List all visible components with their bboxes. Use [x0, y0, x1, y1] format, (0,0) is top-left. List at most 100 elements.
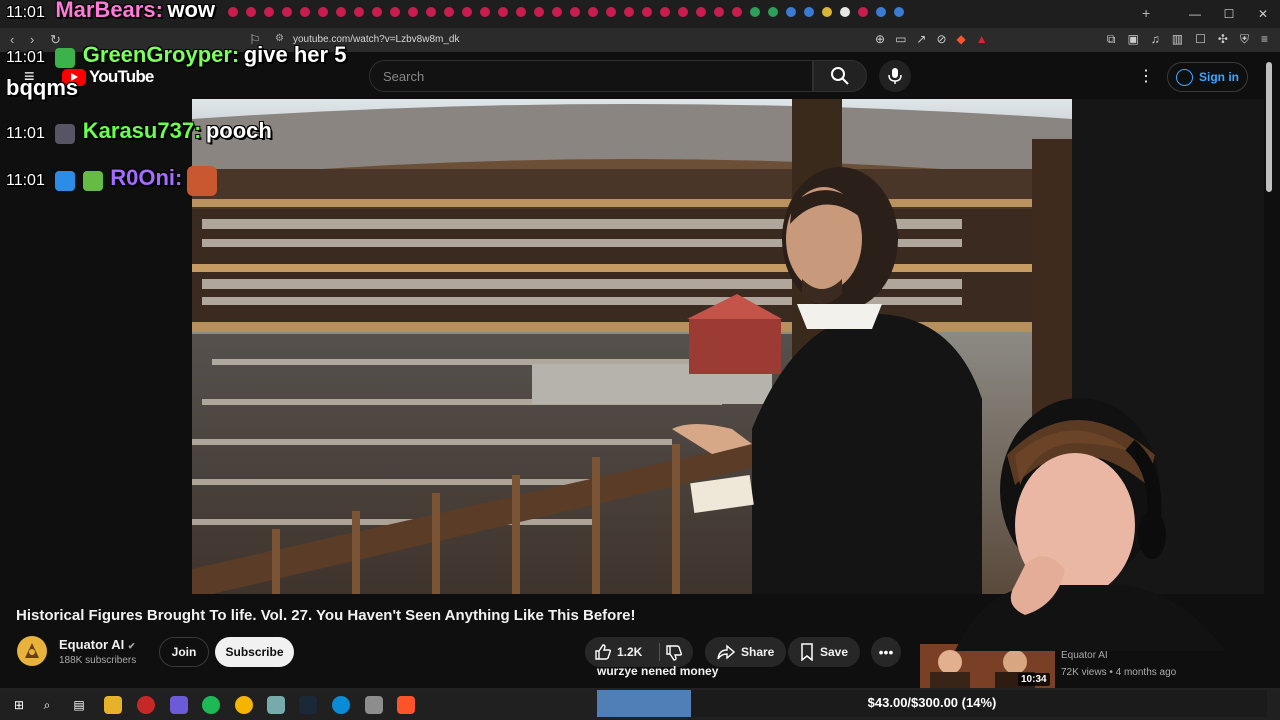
share-page-icon[interactable]: ↗	[916, 32, 926, 46]
tab-favicon-icon[interactable]	[804, 7, 814, 17]
tab-favicon-icon[interactable]	[624, 7, 634, 17]
tab-favicon-icon[interactable]	[354, 7, 364, 17]
file-explorer-icon[interactable]	[104, 696, 122, 714]
puzzle-icon[interactable]: ✣	[1218, 32, 1228, 47]
tab-favicon-icon[interactable]	[318, 7, 328, 17]
chat-timestamp: 11:01	[6, 172, 45, 189]
chrome-icon[interactable]	[235, 696, 253, 714]
tab-favicon-icon[interactable]	[822, 7, 832, 17]
zoom-icon[interactable]: ⊕	[875, 32, 885, 46]
more-options-icon[interactable]: ⋮	[1138, 66, 1154, 86]
chat-username: MarBears:	[55, 0, 163, 22]
join-button[interactable]: Join	[159, 637, 209, 667]
minimize-button[interactable]: —	[1178, 0, 1212, 28]
tab-favicon-icon[interactable]	[408, 7, 418, 17]
tab-strip[interactable]	[228, 7, 904, 17]
new-tab-icon[interactable]: +	[1142, 5, 1150, 21]
recommended-channel[interactable]: Equator AI	[1061, 650, 1108, 661]
share-button[interactable]: Share	[705, 637, 787, 667]
task-view-icon[interactable]: ▤	[70, 696, 88, 714]
search-icon[interactable]: ⌕	[38, 696, 56, 714]
menu-icon[interactable]: ≡	[1261, 32, 1268, 47]
tab-favicon-icon[interactable]	[534, 7, 544, 17]
vpn-icon[interactable]: ⛨	[1240, 32, 1249, 47]
tab-favicon-icon[interactable]	[552, 7, 562, 17]
thumbs-down-icon[interactable]	[665, 644, 683, 662]
recommended-views: 72K views • 4 months ago	[1061, 667, 1177, 678]
subscriber-count: 188K subscribers	[59, 655, 137, 666]
subscribe-button[interactable]: Subscribe	[215, 637, 294, 667]
discord-icon[interactable]	[170, 696, 188, 714]
cast-icon[interactable]: ▭	[895, 32, 906, 46]
tab-favicon-icon[interactable]	[696, 7, 706, 17]
tab-favicon-icon[interactable]	[246, 7, 256, 17]
tab-favicon-icon[interactable]	[876, 7, 886, 17]
tab-favicon-icon[interactable]	[642, 7, 652, 17]
media-icon[interactable]: ♫	[1151, 32, 1160, 47]
tab-favicon-icon[interactable]	[858, 7, 868, 17]
chat-timestamp: 11:01	[6, 49, 45, 66]
app-icon[interactable]	[365, 696, 383, 714]
tab-favicon-icon[interactable]	[660, 7, 670, 17]
edge-icon[interactable]	[332, 696, 350, 714]
tab-favicon-icon[interactable]	[516, 7, 526, 17]
tab-favicon-icon[interactable]	[678, 7, 688, 17]
brave-icon[interactable]	[397, 696, 415, 714]
bookmarks-icon[interactable]: ☐	[1195, 32, 1206, 47]
translate-icon[interactable]: ⊘	[936, 32, 946, 46]
extensions-icon[interactable]: ⧉	[1107, 32, 1116, 47]
scrollbar-thumb[interactable]	[1266, 62, 1272, 192]
channel-name-text: Equator AI	[59, 637, 125, 652]
thumbs-up-icon[interactable]	[594, 643, 612, 661]
more-actions-button[interactable]: •••	[871, 637, 901, 667]
steam-icon[interactable]	[299, 696, 317, 714]
tab-favicon-icon[interactable]	[300, 7, 310, 17]
address-actions: ⊕ ▭ ↗ ⊘ ◆ ▲	[875, 32, 988, 46]
tab-favicon-icon[interactable]	[228, 7, 238, 17]
tab-favicon-icon[interactable]	[714, 7, 724, 17]
tab-favicon-icon[interactable]	[588, 7, 598, 17]
video-title: Historical Figures Brought To life. Vol.…	[16, 607, 636, 624]
app-icon[interactable]	[267, 696, 285, 714]
save-button[interactable]: Save	[788, 637, 861, 667]
tab-favicon-icon[interactable]	[750, 7, 760, 17]
channel-name[interactable]: Equator AI ✔	[59, 637, 135, 652]
chat-message: 11:01 GreenGroyper: give her 5	[6, 42, 346, 68]
maximize-button[interactable]: ☐	[1212, 0, 1246, 28]
search-button[interactable]	[813, 60, 867, 92]
voice-search-button[interactable]	[879, 60, 911, 92]
youtube-logo-text: YouTube	[89, 67, 154, 86]
sign-in-button[interactable]: Sign in	[1167, 62, 1248, 92]
verified-icon: ✔	[127, 641, 136, 651]
like-count[interactable]: 1.2K	[617, 645, 642, 659]
tab-favicon-icon[interactable]	[444, 7, 454, 17]
close-button[interactable]: ✕	[1246, 0, 1280, 28]
tab-favicon-icon[interactable]	[732, 7, 742, 17]
tab-favicon-icon[interactable]	[606, 7, 616, 17]
channel-avatar[interactable]	[17, 636, 47, 666]
brave-rewards-icon[interactable]: ▲	[976, 32, 988, 46]
tab-favicon-icon[interactable]	[894, 7, 904, 17]
tab-favicon-icon[interactable]	[570, 7, 580, 17]
spotify-icon[interactable]	[202, 696, 220, 714]
tab-favicon-icon[interactable]	[768, 7, 778, 17]
brave-shield-icon[interactable]: ◆	[957, 32, 966, 46]
tab-favicon-icon[interactable]	[264, 7, 274, 17]
tab-favicon-icon[interactable]	[480, 7, 490, 17]
tab-favicon-icon[interactable]	[336, 7, 346, 17]
tab-favicon-icon[interactable]	[462, 7, 472, 17]
tab-favicon-icon[interactable]	[426, 7, 436, 17]
tab-favicon-icon[interactable]	[840, 7, 850, 17]
chat-text: pooch	[205, 118, 272, 143]
start-icon[interactable]: ⊞	[10, 696, 28, 714]
search-input[interactable]: Search	[369, 60, 813, 92]
search-icon	[831, 67, 849, 85]
tab-favicon-icon[interactable]	[786, 7, 796, 17]
tab-favicon-icon[interactable]	[282, 7, 292, 17]
screenshot-icon[interactable]: ▣	[1127, 32, 1138, 47]
tab-favicon-icon[interactable]	[372, 7, 382, 17]
tab-favicon-icon[interactable]	[390, 7, 400, 17]
sidebar-icon[interactable]: ▥	[1172, 32, 1183, 47]
tab-favicon-icon[interactable]	[498, 7, 508, 17]
app-icon[interactable]	[137, 696, 155, 714]
